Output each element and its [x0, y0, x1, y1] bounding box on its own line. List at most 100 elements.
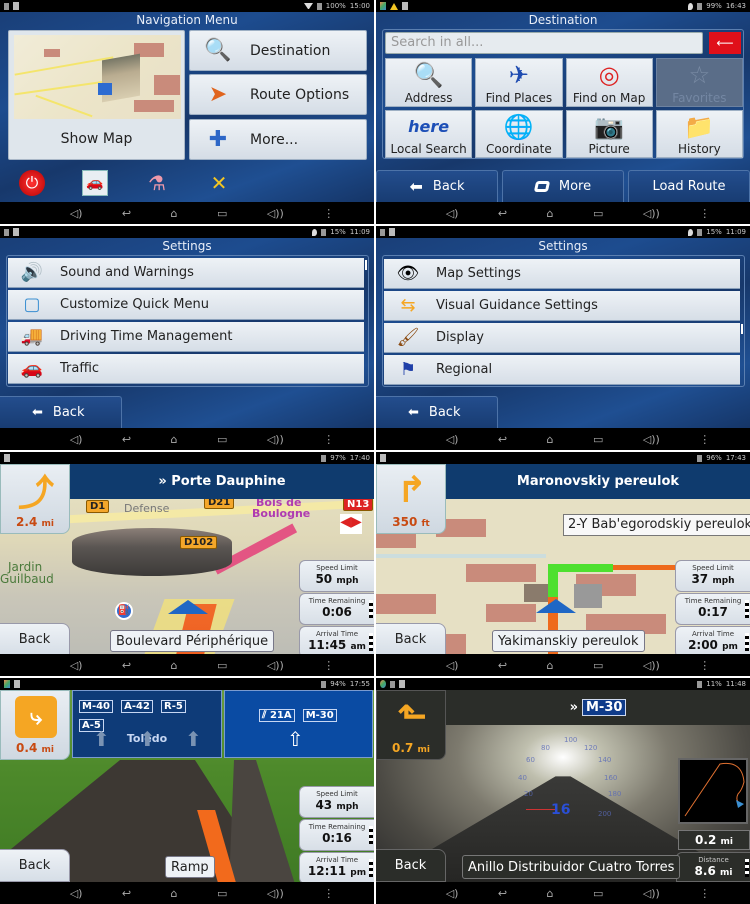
volume-down-icon[interactable]: ◁) — [70, 887, 83, 900]
recents-icon[interactable]: ▭ — [217, 887, 227, 900]
settings-item-display[interactable]: 🖌 Display — [384, 323, 740, 353]
backspace-button[interactable]: ⟵ — [709, 32, 741, 54]
find-on-map-tile[interactable]: ◎ Find on Map — [565, 58, 653, 107]
back-button[interactable]: ⬅ Back — [376, 170, 498, 202]
overflow-menu-icon[interactable]: ⋮ — [699, 659, 710, 672]
volume-up-icon[interactable]: ◁)) — [267, 207, 284, 220]
volume-down-icon[interactable]: ◁) — [70, 433, 83, 446]
power-icon[interactable]: ⏻ — [19, 170, 45, 196]
volume-up-icon[interactable]: ◁)) — [643, 887, 660, 900]
settings-item-map[interactable]: 👁 Map Settings — [384, 259, 740, 289]
turn-indicator[interactable]: ⤴ 2.4 mi — [0, 464, 70, 534]
local-search-tile[interactable]: here Local Search — [385, 109, 473, 158]
recents-icon[interactable]: ▭ — [217, 433, 227, 446]
search-input[interactable]: Search in all... — [385, 32, 703, 54]
volume-down-icon[interactable]: ◁) — [446, 887, 459, 900]
volume-up-icon[interactable]: ◁)) — [643, 433, 660, 446]
back-button[interactable]: ⬅ Back — [376, 396, 498, 428]
fuel-poi-icon[interactable]: ⛽ — [115, 602, 133, 620]
volume-up-icon[interactable]: ◁)) — [643, 207, 660, 220]
route-minimap[interactable] — [678, 758, 748, 824]
volume-up-icon[interactable]: ◁)) — [267, 659, 284, 672]
recents-icon[interactable]: ▭ — [593, 207, 603, 220]
traffic-icon[interactable]: 🚗 — [82, 170, 108, 196]
speed-tick: 160 — [604, 774, 618, 782]
overflow-menu-icon[interactable]: ⋮ — [699, 433, 710, 446]
route-options-button[interactable]: ➤ Route Options — [189, 74, 367, 115]
home-icon[interactable]: ⌂ — [171, 207, 178, 220]
back-icon[interactable]: ↩ — [122, 207, 131, 220]
volume-up-icon[interactable]: ◁)) — [643, 659, 660, 672]
more-button[interactable]: ✚ More... — [189, 119, 367, 160]
trip-info-panel[interactable]: Speed Limit 37 mph Time Remaining 0:17 Arr… — [675, 560, 750, 659]
overflow-menu-icon[interactable]: ⋮ — [323, 207, 334, 220]
trip-info-panel[interactable]: Speed Limit 50 mph Time Remaining 0:06 Arr… — [299, 560, 374, 659]
home-icon[interactable]: ⌂ — [547, 887, 554, 900]
sd-card-icon — [389, 228, 395, 236]
sd-card-icon — [14, 680, 20, 688]
carrefour-poi-icon[interactable]: ◀▶ — [340, 514, 362, 534]
settings-item-visual-guidance[interactable]: ⇆ Visual Guidance Settings — [384, 291, 740, 321]
history-tile[interactable]: 📁 History — [655, 109, 743, 158]
volume-down-icon[interactable]: ◁) — [446, 433, 459, 446]
overflow-menu-icon[interactable]: ⋮ — [323, 659, 334, 672]
home-icon[interactable]: ⌂ — [547, 207, 554, 220]
coordinate-tile[interactable]: 🌐 Coordinate — [475, 109, 563, 158]
recents-icon[interactable]: ▭ — [593, 887, 603, 900]
sd-card-icon — [13, 2, 19, 10]
recents-icon[interactable]: ▭ — [593, 433, 603, 446]
back-icon[interactable]: ↩ — [498, 433, 507, 446]
overflow-menu-icon[interactable]: ⋮ — [323, 433, 334, 446]
volume-down-icon[interactable]: ◁) — [70, 659, 83, 672]
home-icon[interactable]: ⌂ — [171, 433, 178, 446]
show-map-button[interactable]: Show Map — [8, 30, 185, 160]
back-icon[interactable]: ↩ — [122, 433, 131, 446]
home-icon[interactable]: ⌂ — [547, 433, 554, 446]
tools-icon[interactable]: ✕ — [206, 170, 232, 196]
settings-item-regional[interactable]: ⚑ Regional — [384, 355, 740, 385]
back-button[interactable]: Back — [0, 849, 70, 882]
address-tile[interactable]: 🔍 Address — [385, 58, 473, 107]
recents-icon[interactable]: ▭ — [593, 659, 603, 672]
home-icon[interactable]: ⌂ — [171, 659, 178, 672]
distance-card[interactable]: Distance 8.6 mi — [676, 852, 750, 882]
flask-icon[interactable]: ⚗ — [144, 170, 170, 196]
back-icon[interactable]: ↩ — [498, 887, 507, 900]
android-nav-bar: ◁) ↩ ⌂ ▭ ◁)) ⋮ — [0, 882, 374, 904]
recents-icon[interactable]: ▭ — [217, 659, 227, 672]
back-icon[interactable]: ↩ — [122, 887, 131, 900]
trip-info-panel[interactable]: Speed Limit 43 mph Time Remaining 0:16 Arr… — [299, 786, 374, 885]
overflow-menu-icon[interactable]: ⋮ — [323, 887, 334, 900]
find-places-tile[interactable]: ✈ Find Places — [475, 58, 563, 107]
settings-item-quick-menu[interactable]: ▢ Customize Quick Menu — [8, 290, 364, 320]
destination-button[interactable]: 🔍 Destination — [189, 30, 367, 71]
back-icon[interactable]: ↩ — [122, 659, 131, 672]
back-icon[interactable]: ↩ — [498, 659, 507, 672]
overflow-menu-icon[interactable]: ⋮ — [699, 207, 710, 220]
recents-icon[interactable]: ▭ — [217, 207, 227, 220]
volume-down-icon[interactable]: ◁) — [446, 207, 459, 220]
back-button[interactable]: Back — [376, 849, 446, 882]
back-button[interactable]: Back — [376, 623, 446, 656]
volume-down-icon[interactable]: ◁) — [70, 207, 83, 220]
settings-item-traffic[interactable]: 🚗 Traffic — [8, 354, 364, 384]
turn-indicator[interactable]: ⬑ 0.7 mi — [376, 690, 446, 760]
back-button[interactable]: Back — [0, 623, 70, 656]
volume-down-icon[interactable]: ◁) — [446, 659, 459, 672]
back-icon[interactable]: ↩ — [498, 207, 507, 220]
scrollbar[interactable] — [741, 324, 743, 334]
volume-up-icon[interactable]: ◁)) — [267, 433, 284, 446]
settings-item-sound[interactable]: 🔊 Sound and Warnings — [8, 258, 364, 288]
volume-up-icon[interactable]: ◁)) — [267, 887, 284, 900]
turn-indicator[interactable]: ↱ 350 ft — [376, 464, 446, 534]
home-icon[interactable]: ⌂ — [171, 887, 178, 900]
settings-item-driving-time[interactable]: 🚚 Driving Time Management — [8, 322, 364, 352]
home-icon[interactable]: ⌂ — [547, 659, 554, 672]
picture-tile[interactable]: 📷 Picture — [565, 109, 653, 158]
turn-indicator[interactable]: ⤷ 0.4 mi — [0, 690, 70, 760]
overflow-menu-icon[interactable]: ⋮ — [699, 887, 710, 900]
scrollbar[interactable] — [365, 260, 367, 270]
back-button[interactable]: ⬅ Back — [0, 396, 122, 428]
load-route-button[interactable]: Load Route — [628, 170, 750, 202]
more-button[interactable]: More — [502, 170, 624, 202]
